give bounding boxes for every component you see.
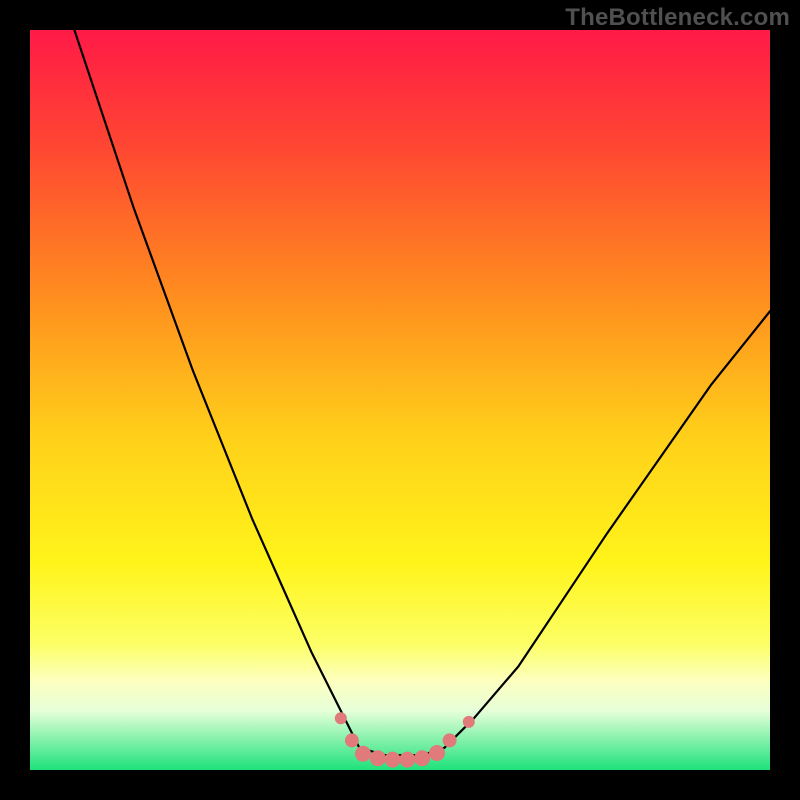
chart-frame: TheBottleneck.com <box>0 0 800 800</box>
optimal-marker <box>399 752 415 768</box>
optimal-marker <box>370 750 386 766</box>
optimal-marker <box>355 746 371 762</box>
optimal-marker <box>443 733 457 747</box>
watermark-text: TheBottleneck.com <box>565 4 790 32</box>
optimal-marker <box>385 752 401 768</box>
optimal-marker <box>335 712 347 724</box>
optimal-marker <box>414 750 430 766</box>
optimal-marker <box>429 745 445 761</box>
optimal-marker <box>463 716 475 728</box>
plot-background <box>30 30 770 770</box>
optimal-marker <box>345 733 359 747</box>
chart-plot <box>30 30 770 770</box>
